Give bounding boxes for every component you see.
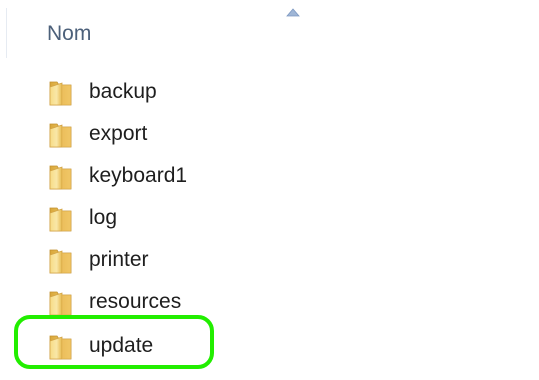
list-item[interactable]: keyboard1 bbox=[40, 156, 510, 196]
folder-icon bbox=[49, 249, 72, 274]
file-name: log bbox=[89, 206, 118, 229]
folder-icon bbox=[49, 335, 72, 360]
file-name: update bbox=[89, 334, 154, 357]
list-item[interactable]: resources bbox=[40, 282, 510, 322]
folder-icon bbox=[49, 207, 72, 232]
name-column-label[interactable]: Nom bbox=[47, 22, 91, 46]
folder-icon bbox=[49, 123, 72, 148]
file-explorer: Nom backup export keyboard1 log printer … bbox=[0, 0, 539, 380]
column-header[interactable]: Nom bbox=[0, 0, 539, 62]
list-item[interactable]: update bbox=[40, 326, 510, 366]
sort-ascending-icon bbox=[286, 8, 300, 17]
file-name: keyboard1 bbox=[89, 164, 188, 187]
list-item[interactable]: export bbox=[40, 114, 510, 154]
column-divider[interactable] bbox=[0, 8, 7, 58]
file-name: export bbox=[89, 122, 148, 145]
list-item[interactable]: backup bbox=[40, 72, 510, 112]
list-item[interactable]: printer bbox=[40, 240, 510, 280]
file-name: backup bbox=[89, 80, 157, 103]
folder-icon bbox=[49, 81, 72, 106]
list-item[interactable]: log bbox=[40, 198, 510, 238]
folder-icon bbox=[49, 165, 72, 190]
file-name: printer bbox=[89, 248, 149, 271]
file-name: resources bbox=[89, 290, 182, 313]
folder-icon bbox=[49, 291, 72, 316]
